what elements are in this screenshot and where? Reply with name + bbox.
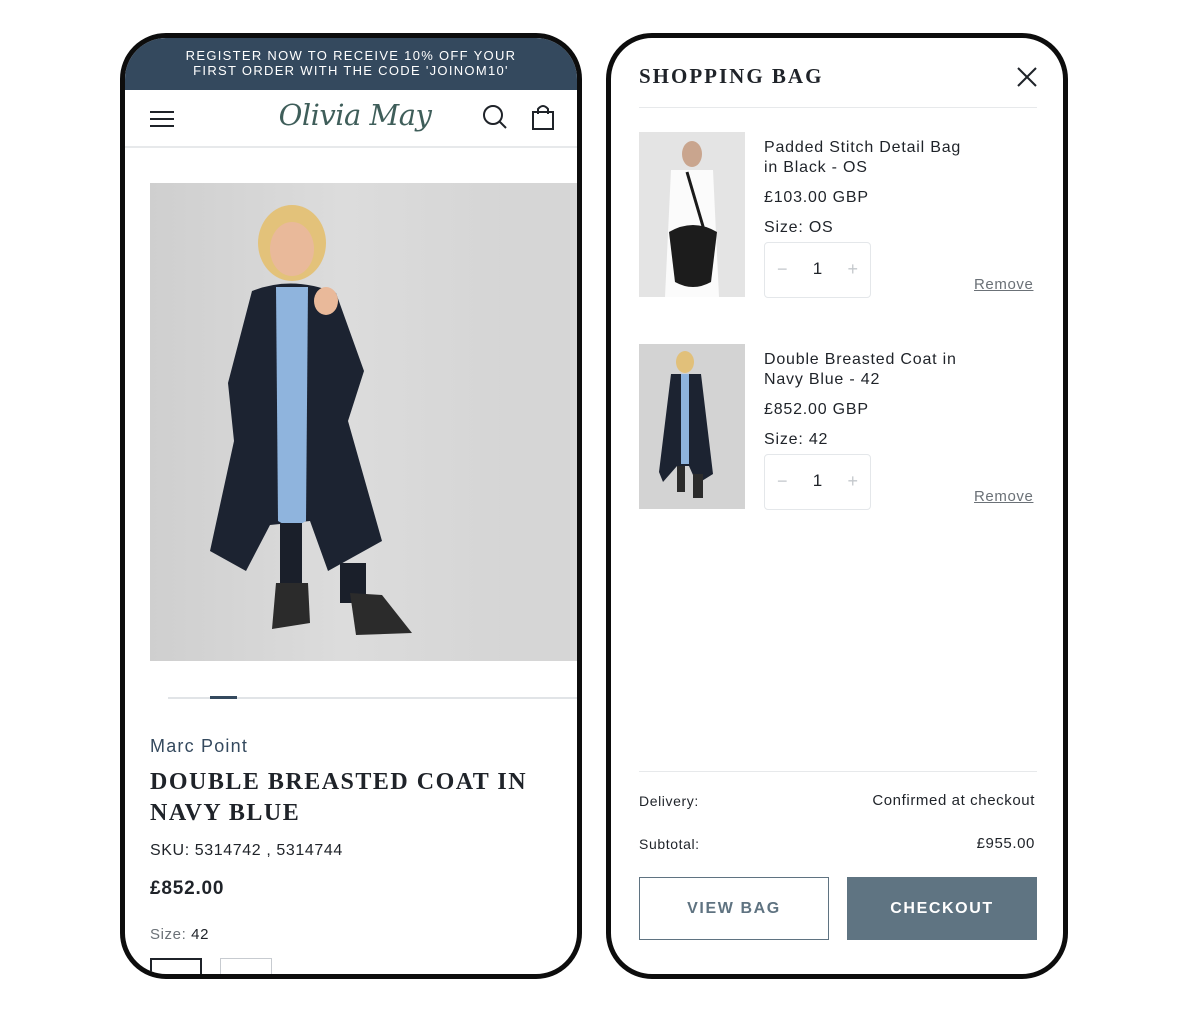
size-label: Size: <box>150 926 187 943</box>
subtotal-label: Subtotal: <box>639 836 700 852</box>
quantity-stepper: − 1 + <box>764 454 871 510</box>
cart-item-price: £103.00 GBP <box>764 189 869 206</box>
promo-line-2: FIRST ORDER WITH THE CODE 'JOINOM10' <box>193 63 509 78</box>
size-option[interactable] <box>220 958 272 974</box>
view-bag-button[interactable]: VIEW BAG <box>639 877 829 940</box>
product-brand[interactable]: Marc Point <box>150 736 248 757</box>
cart-item-price: £852.00 GBP <box>764 401 869 418</box>
close-icon[interactable] <box>1016 66 1038 88</box>
cart-item-name-line-1: Double Breasted Coat in <box>764 351 957 368</box>
cart-item-thumbnail[interactable] <box>639 344 745 509</box>
site-header: Olivia May <box>125 90 577 148</box>
cart-item-name[interactable]: Double Breasted Coat in Navy Blue - 42 <box>764 350 1004 390</box>
product-price: £852.00 <box>150 878 225 899</box>
remove-item-link[interactable]: Remove <box>974 488 1033 505</box>
cart-item-thumbnail[interactable] <box>639 132 745 297</box>
site-logo[interactable]: Olivia May <box>245 98 465 132</box>
search-icon[interactable] <box>480 102 510 132</box>
cart-item-name-line-2: in Black - OS <box>764 159 868 176</box>
checkout-button[interactable]: CHECKOUT <box>847 877 1037 940</box>
quantity-stepper: − 1 + <box>764 242 871 298</box>
cart-item-name-line-1: Padded Stitch Detail Bag <box>764 139 962 156</box>
product-title-line-2: NAVY BLUE <box>150 800 301 826</box>
cart-item-size: Size: 42 <box>764 431 829 448</box>
product-title: DOUBLE BREASTED COAT IN NAVY BLUE <box>150 767 550 829</box>
plus-icon[interactable]: + <box>847 471 858 492</box>
size-value: 42 <box>191 926 210 943</box>
product-image[interactable] <box>150 183 577 661</box>
shopping-bag-phone: SHOPPING BAG Padded Stitch Detail Bag in… <box>606 33 1068 979</box>
cart-item-name-line-2: Navy Blue - 42 <box>764 371 881 388</box>
gallery-progress-indicator <box>210 696 237 699</box>
cart-item-size: Size: OS <box>764 219 834 236</box>
product-photo-model <box>210 183 577 661</box>
cart-item-name[interactable]: Padded Stitch Detail Bag in Black - OS <box>764 138 1004 178</box>
delivery-label: Delivery: <box>639 793 699 809</box>
subtotal-value: £955.00 <box>976 835 1035 852</box>
product-sku: SKU: 5314742 , 5314744 <box>150 842 343 859</box>
menu-icon[interactable] <box>150 108 176 130</box>
promo-line-1: REGISTER NOW TO RECEIVE 10% OFF YOUR <box>185 48 517 63</box>
promo-banner[interactable]: REGISTER NOW TO RECEIVE 10% OFF YOUR FIR… <box>125 38 577 90</box>
delivery-value: Confirmed at checkout <box>872 792 1035 809</box>
bag-icon[interactable] <box>528 102 558 132</box>
product-page-phone: REGISTER NOW TO RECEIVE 10% OFF YOUR FIR… <box>120 33 582 979</box>
size-selector-label: Size: 42 <box>150 926 209 943</box>
cart-header-divider <box>639 107 1037 108</box>
product-title-line-1: DOUBLE BREASTED COAT IN <box>150 769 528 795</box>
plus-icon[interactable]: + <box>847 259 858 280</box>
remove-item-link[interactable]: Remove <box>974 276 1033 293</box>
summary-divider <box>639 771 1037 772</box>
cart-title: SHOPPING BAG <box>639 64 824 88</box>
size-option-selected[interactable] <box>150 958 202 974</box>
